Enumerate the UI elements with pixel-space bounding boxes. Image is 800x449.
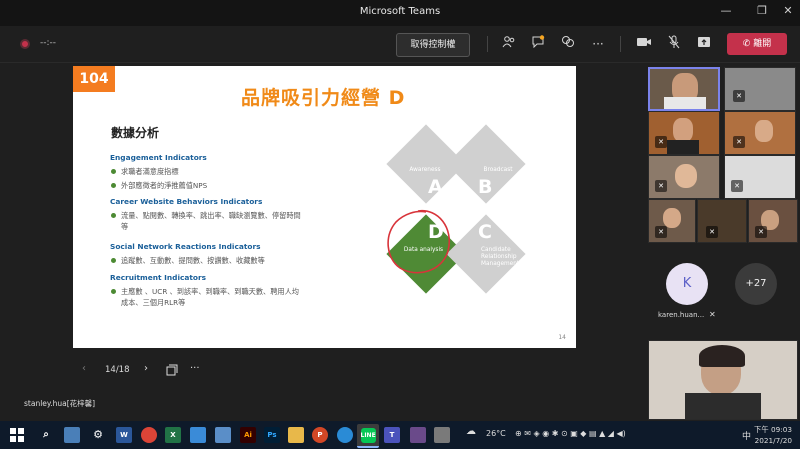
title-bar: Microsoft Teams — ❐ ✕ — [0, 0, 800, 26]
leave-label: 離開 — [753, 39, 772, 49]
edge-icon[interactable] — [337, 427, 353, 443]
explorer-icon[interactable] — [288, 427, 304, 443]
indicator-item: 主應數 、UCR 、到該率、到職率、到職天數、聘用人均成本、三個月RLR等 — [121, 287, 299, 307]
camera-icon[interactable] — [634, 35, 654, 53]
mic-off-icon: ✕ — [733, 90, 745, 102]
slide-page-number: 14 — [558, 334, 566, 341]
ime-indicator[interactable]: 中 — [742, 429, 751, 442]
mic-off-icon[interactable] — [664, 35, 684, 53]
illustrator-icon[interactable]: Ai — [240, 427, 256, 443]
company-logo: 104 — [73, 66, 115, 92]
quadrant-label: Awareness — [409, 167, 441, 173]
leave-button[interactable]: ✆ 離開 — [727, 33, 787, 55]
annotation-circle — [387, 210, 451, 274]
more-icon[interactable]: ··· — [588, 35, 608, 53]
app-icon[interactable] — [434, 427, 450, 443]
participant-tile[interactable]: ✕ — [748, 199, 798, 243]
quadrant-letter: A — [428, 176, 443, 198]
mail-icon[interactable] — [190, 427, 206, 443]
prev-slide-button[interactable]: ‹ — [82, 363, 86, 374]
line-icon[interactable]: LINE — [357, 424, 379, 448]
quadrant-label: Candidate Relationship Management — [481, 247, 520, 267]
powerpoint-icon[interactable]: P — [312, 427, 328, 443]
quadrant-label: Broadcast — [483, 167, 513, 173]
indicator-item: 求職者滿意度指標 — [121, 167, 179, 176]
slide-title: 品牌吸引力經營 D — [241, 87, 406, 109]
self-video-tile — [648, 340, 798, 420]
photoshop-icon[interactable]: Ps — [264, 427, 280, 443]
reactions-icon[interactable] — [558, 35, 578, 53]
mic-off-icon: ✕ — [655, 180, 667, 192]
slide-counter: 14/18 — [105, 365, 130, 375]
indicator-heading: Engagement Indicators — [110, 153, 207, 162]
share-screen-icon[interactable] — [694, 35, 714, 53]
meeting-toolbar: --:-- 取得控制權 ··· ✆ 離開 — [0, 26, 800, 63]
phone-icon: ✆ — [742, 39, 754, 49]
participant-tile[interactable]: ✕ — [648, 111, 720, 155]
start-icon[interactable] — [10, 428, 24, 442]
weather-temp[interactable]: 26°C — [486, 429, 506, 438]
slide-more-icon[interactable]: ··· — [190, 363, 200, 374]
minimize-icon[interactable]: — — [716, 4, 736, 17]
next-slide-button[interactable]: › — [144, 363, 148, 374]
quadrant-letter: B — [478, 176, 493, 198]
participant-tile[interactable]: ✕ — [648, 199, 696, 243]
quadrant-letter: C — [478, 221, 492, 243]
mic-off-icon: ✕ — [655, 226, 667, 238]
participant-name: karen.huan... — [658, 311, 705, 319]
clock-date: 2021/7/20 — [754, 436, 792, 445]
people-icon[interactable] — [499, 35, 519, 53]
windows-taskbar: ⌕ ⚙ W X Ai Ps P LINE T ☁ 26°C ⊕ ✉ ◈ ◉ ✱ … — [0, 421, 800, 449]
more-participants-button[interactable]: +27 — [735, 263, 777, 305]
app-title: Microsoft Teams — [359, 6, 441, 17]
app-icon[interactable] — [410, 427, 426, 443]
presenter-name: stanley.hua[花梓馨] — [24, 399, 96, 408]
word-icon[interactable]: W — [116, 427, 132, 443]
excel-icon[interactable]: X — [165, 427, 181, 443]
restore-icon[interactable]: ❐ — [752, 4, 772, 17]
tray-icons[interactable]: ⊕ ✉ ◈ ◉ ✱ ⊙ ▣ ◆ ▤ ▲ ◢ ◀) — [515, 429, 626, 438]
section-title: 數據分析 — [111, 126, 160, 140]
meeting-timer: --:-- — [40, 38, 57, 48]
teams-icon[interactable]: T — [384, 427, 400, 443]
task-view-icon[interactable] — [64, 427, 80, 443]
mic-off-icon: ✕ — [755, 226, 767, 238]
indicator-heading: Recruitment Indicators — [110, 273, 206, 282]
mic-off-icon: ✕ — [731, 180, 743, 192]
photos-icon[interactable] — [215, 427, 231, 443]
settings-icon[interactable]: ⚙ — [90, 427, 106, 443]
indicator-item: 追蹤數、互動數、提問數、按讚數、收藏數等 — [121, 256, 265, 265]
participant-tile[interactable]: ✕ — [697, 199, 747, 243]
search-icon[interactable]: ⌕ — [38, 427, 54, 443]
mic-off-icon: ✕ — [733, 136, 745, 148]
mic-off-icon: ✕ — [655, 136, 667, 148]
indicator-item: 外部應徵者的淨推薦值NPS — [121, 181, 208, 190]
shared-slide: 104 品牌吸引力經營 D 數據分析 Engagement Indicators… — [73, 66, 576, 348]
close-icon[interactable]: ✕ — [778, 4, 798, 17]
participant-tile[interactable] — [648, 67, 720, 111]
participant-tile[interactable]: ✕ — [724, 155, 796, 199]
indicator-heading: Social Network Reactions Indicators — [110, 242, 261, 251]
grid-view-icon[interactable] — [166, 364, 178, 379]
participant-tile[interactable]: ✕ — [648, 155, 720, 199]
chat-icon[interactable] — [528, 35, 548, 53]
indicator-item: 流量、點閱數、轉換率、跳出率、職缺瀏覽數、停留時間等 — [121, 211, 301, 231]
participant-tile[interactable]: ✕ — [724, 67, 796, 111]
mic-off-icon: ✕ — [706, 226, 718, 238]
take-control-button[interactable]: 取得控制權 — [396, 33, 470, 57]
taskbar-clock[interactable]: 下午 09:03 2021/7/20 — [754, 424, 792, 446]
clock-time: 下午 09:03 — [754, 425, 792, 434]
mic-off-icon: ✕ — [709, 310, 716, 319]
participant-tile[interactable]: ✕ — [724, 111, 796, 155]
indicator-heading: Career Website Behaviors Indicators — [110, 197, 263, 206]
weather-icon[interactable]: ☁ — [466, 426, 476, 437]
recording-icon — [20, 39, 30, 49]
avatar[interactable]: K — [666, 263, 708, 305]
chrome-icon[interactable] — [141, 427, 157, 443]
